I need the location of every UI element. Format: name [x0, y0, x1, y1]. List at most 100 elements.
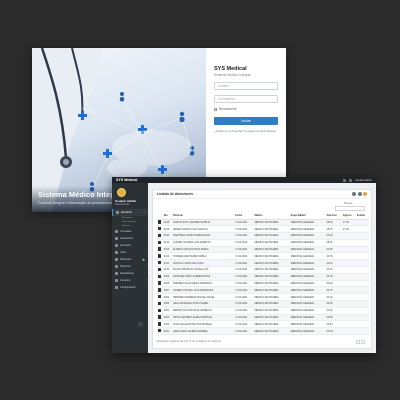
- sidebar-item[interactable]: Consultas ‹: [112, 228, 148, 235]
- chevron-left-icon: ‹: [144, 211, 145, 214]
- table-cell: [341, 259, 356, 268]
- sidebar-item[interactable]: Escritorio ‹: [112, 209, 148, 216]
- login-button[interactable]: Iniciar: [214, 117, 278, 125]
- table-cell: MEDICINA GENERAL: [289, 225, 326, 234]
- sidebar-item[interactable]: Estadísticas ‹: [112, 270, 148, 277]
- table-cell: 05:00: [325, 239, 342, 247]
- brand-title: SYS Medical: [214, 66, 247, 72]
- table-row[interactable]: 0012 TORRES DIAZ PEDRO PABLO 17-09-2021 MED…: [157, 252, 369, 261]
- chevron-left-icon: ‹: [144, 279, 145, 282]
- refresh-icon[interactable]: [357, 192, 362, 196]
- table-row[interactable]: 0003 ORTIZ NAVARRO ELENA PATRICIA 17-09-20…: [157, 314, 369, 322]
- row-action-button[interactable]: [158, 301, 161, 306]
- sidebar-item[interactable]: Pacientes 0: [112, 256, 148, 263]
- prev-page-button[interactable]: [356, 340, 360, 344]
- table-row[interactable]: 0009 SANCHEZ CRUZ CARMEN ROSA 17-09-2021 ME…: [157, 273, 369, 281]
- table-cell: MEDICO DE PRUEBA: [253, 246, 290, 254]
- row-action-button[interactable]: [158, 328, 161, 333]
- table-row[interactable]: 0011 CASTILLO RUIZ ANA LUCIA 17-09-2021 MED…: [157, 259, 369, 268]
- search-label: Buscar:: [344, 202, 353, 205]
- row-action-button[interactable]: [158, 254, 161, 258]
- row-action-button[interactable]: [158, 260, 161, 265]
- sidebar-item[interactable]: Configuración: [112, 284, 148, 291]
- table-cell: 0001: [162, 327, 172, 336]
- row-action-button[interactable]: [158, 281, 161, 285]
- table-cell: 17-09-2021: [234, 232, 254, 240]
- remember-checkbox[interactable]: [214, 107, 217, 111]
- table-cell: MEDICO DE PRUEBA: [253, 280, 290, 288]
- table-cell: [341, 239, 356, 247]
- table-cell: 04:20: [325, 280, 342, 288]
- row-action-button[interactable]: [158, 294, 161, 299]
- notifications-icon[interactable]: [343, 178, 347, 182]
- nav-item-icon: [115, 237, 118, 240]
- row-action-button[interactable]: [158, 288, 161, 292]
- username-input[interactable]: Usuario: [214, 82, 278, 90]
- table-cell: [355, 266, 369, 274]
- sidebar-item[interactable]: Reportes ‹: [112, 263, 148, 270]
- chevron-left-icon: ‹: [144, 265, 145, 268]
- panel-header: Listado de Atenciones: [153, 190, 371, 199]
- table-cell: [355, 239, 369, 247]
- table-cell: [341, 246, 356, 254]
- table-cell: [341, 273, 356, 281]
- table-cell: 05:10: [325, 232, 342, 240]
- sidebar-item[interactable]: Farmacia: [112, 242, 148, 249]
- table-cell: MEDICO DE PRUEBA: [253, 273, 290, 281]
- table-cell: 04:00: [325, 307, 342, 315]
- table-row[interactable]: 0008 RAMIREZ SILVA DIEGO ARMANDO 17-09-202…: [157, 280, 369, 288]
- sidebar-item[interactable]: Laboratorio: [112, 235, 148, 242]
- sidebar-toggle-button[interactable]: ‹: [138, 322, 143, 327]
- screenshot-collage: Sistema Médico Integral Controle integra…: [0, 0, 400, 400]
- table-row[interactable]: 0002 LUNA SALAZAR HECTOR MANUEL 17-09-2021…: [157, 320, 369, 329]
- table-cell: [341, 293, 356, 302]
- collapse-icon[interactable]: [352, 192, 356, 196]
- table-cell: MEDICINA GENERAL: [289, 307, 326, 315]
- forgot-password-link[interactable]: ¿Olvidó su contraseña? Contacte al admin…: [214, 129, 278, 133]
- table-row[interactable]: 0014 QUISPE HUAMAN LUIS ALBERTO 17-09-2021…: [157, 239, 369, 247]
- topbar-user[interactable]: Usuario Admin: [355, 179, 372, 182]
- table-cell: 17-09-2021: [234, 273, 254, 281]
- row-action-button[interactable]: [158, 315, 161, 319]
- table-cell: MEDICO DE PRUEBA: [253, 300, 290, 308]
- table-cell: [341, 280, 356, 288]
- nav-item-icon: [116, 211, 119, 214]
- sidebar-item[interactable]: Usuarios ‹: [112, 277, 148, 284]
- table-cell: [341, 232, 356, 240]
- row-action-button[interactable]: [158, 274, 161, 279]
- table-cell: FLORES VARGAS ROSA MARIA: [171, 246, 235, 254]
- table-row[interactable]: 0004 MEDINA CASTRO RAUL ERNESTO 17-09-2021…: [157, 307, 369, 315]
- nav-item-icon: [115, 251, 118, 254]
- table-cell: 0005: [162, 300, 172, 308]
- row-action-button[interactable]: [158, 226, 161, 231]
- settings-icon[interactable]: [363, 192, 367, 196]
- table-row[interactable]: 0018 GARCIA SOTO ANDREA NATALIA 17-09-2021…: [157, 219, 369, 227]
- row-action-button[interactable]: [158, 322, 161, 326]
- table-cell: [355, 259, 369, 268]
- messages-icon[interactable]: [349, 178, 353, 182]
- table-cell: [341, 266, 356, 274]
- table-row[interactable]: 0016 PEREZ RAMOS JUAN CARLOS 17-09-2021 MED…: [157, 225, 369, 234]
- table-cell: MEDICO DE PRUEBA: [253, 320, 290, 329]
- table-row[interactable]: 0013 FLORES VARGAS ROSA MARIA 17-09-2021 ME…: [157, 246, 369, 254]
- table-row[interactable]: 0010 ROJAS MENDOZA JORGE LUIS 17-09-2021 ME…: [157, 266, 369, 274]
- table-row[interactable]: 0006 HERRERA PAREDES MIGUEL ANGEL 17-09-20…: [157, 293, 369, 302]
- row-action-button[interactable]: [158, 220, 161, 224]
- row-action-button[interactable]: [158, 240, 161, 245]
- sidebar-item-label: Farmacia: [120, 244, 131, 247]
- row-action-button[interactable]: [158, 233, 161, 238]
- table-row[interactable]: 0001 CRUZ LEON VALERIA ANDREA 17-09-2021 ME…: [157, 327, 369, 336]
- row-action-button[interactable]: [158, 247, 161, 251]
- password-input[interactable]: Contraseña: [214, 95, 278, 103]
- table-row[interactable]: 0007 GOMEZ CHAVEZ LUCIA FERNANDA 17-09-202…: [157, 286, 369, 295]
- next-page-button[interactable]: [361, 340, 365, 344]
- table-cell: 03:45: [325, 327, 342, 336]
- sidebar-item-label: Configuración: [120, 286, 137, 289]
- table-row[interactable]: 0005 VEGA MORALES SOFIA ISABEL 17-09-2021 M…: [157, 300, 369, 308]
- sidebar-item[interactable]: Citas ‹: [112, 249, 148, 256]
- row-action-button[interactable]: [158, 308, 161, 312]
- search-input[interactable]: [335, 206, 365, 211]
- table-row[interactable]: 0015 MARTINEZ LOPEZ MARIA ELENA 17-09-2021…: [157, 232, 369, 240]
- remember-me[interactable]: Recordarme: [214, 107, 278, 111]
- row-action-button[interactable]: [158, 267, 161, 272]
